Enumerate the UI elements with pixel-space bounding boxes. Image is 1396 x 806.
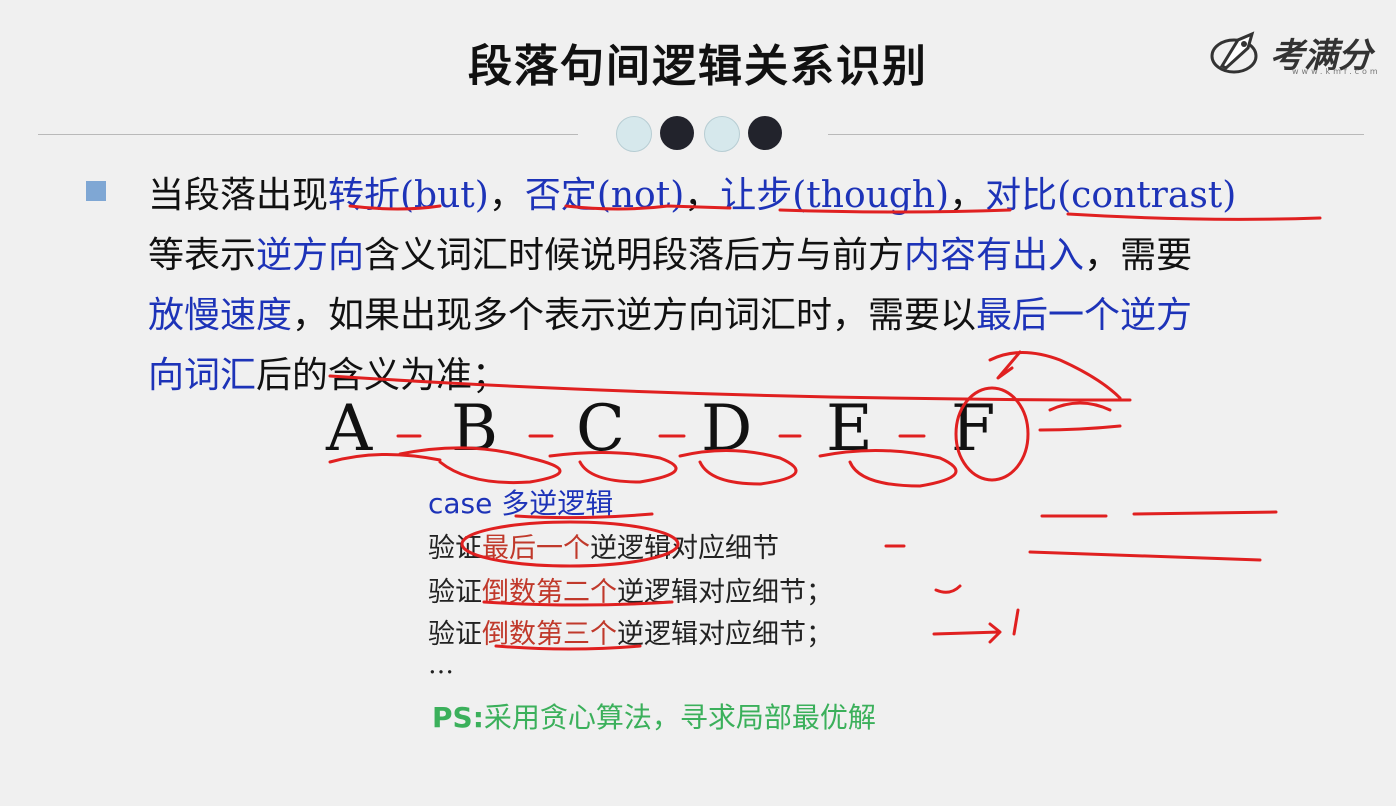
divider-right	[828, 134, 1364, 135]
letter-c: C	[576, 392, 625, 466]
verify-pre: 验证	[428, 577, 482, 608]
verify-pre: 验证	[428, 619, 482, 650]
highlighted-term: 最后一个逆方	[976, 295, 1193, 336]
ink-line	[1040, 510, 1278, 518]
decor-dot	[704, 116, 740, 152]
paragraph-text: ，	[684, 175, 721, 216]
highlighted-term: 转折(but)	[328, 175, 489, 216]
decor-dot	[748, 116, 782, 150]
letter-f: F	[951, 392, 996, 466]
paragraph-line: 当段落出现转折(but)，否定(not)，让步(though)，对比(contr…	[148, 166, 1348, 226]
case-text: 多逆逻辑	[501, 487, 614, 520]
ink-mark	[1012, 608, 1020, 636]
brand-logo: 考满分 www.kmf.com	[1208, 26, 1386, 82]
verify-line: 验证倒数第二个逆逻辑对应细节；	[428, 570, 833, 609]
logo-subtext: www.kmf.com	[1292, 67, 1381, 76]
highlighted-term: 向词汇	[148, 355, 257, 396]
paragraph-text: 后的含义为准；	[256, 355, 509, 396]
main-paragraph: 当段落出现转折(but)，否定(not)，让步(though)，对比(contr…	[148, 166, 1348, 406]
decor-dot	[616, 116, 652, 152]
ellipsis: …	[428, 650, 454, 680]
highlighted-term: 对比(contrast)	[985, 175, 1237, 216]
verify-post: 逆逻辑对应细节	[590, 533, 779, 564]
paragraph-text: 当段落出现	[148, 175, 329, 216]
verify-highlight: 最后一个	[482, 533, 590, 564]
divider-left	[38, 134, 578, 135]
verify-post: 逆逻辑对应细节；	[617, 577, 833, 608]
decor-dot	[660, 116, 694, 150]
verify-line: 验证倒数第三个逆逻辑对应细节；	[428, 612, 833, 651]
highlighted-term: 逆方向	[256, 235, 365, 276]
letter-e: E	[826, 392, 873, 466]
case-label: case 多逆逻辑	[428, 482, 613, 522]
highlighted-term: 放慢速度	[148, 295, 293, 336]
paragraph-line: 等表示逆方向含义词汇时候说明段落后方与前方内容有出入，需要	[148, 226, 1348, 286]
letter-a: A	[326, 392, 373, 466]
paragraph-line: 放慢速度，如果出现多个表示逆方向词汇时，需要以最后一个逆方	[148, 286, 1348, 346]
paragraph-text: 含义词汇时候说明段落后方与前方	[364, 235, 905, 276]
paragraph-text: ，如果出现多个表示逆方向词汇时，需要以	[292, 295, 977, 336]
verify-pre: 验证	[428, 533, 482, 564]
paragraph-text: ，需要	[1084, 235, 1193, 276]
ink-arrow	[932, 622, 1002, 644]
bullet-square	[86, 181, 106, 201]
highlighted-term: 否定(not)	[524, 175, 685, 216]
letter-sequence: A B C DE F	[326, 392, 1076, 466]
verify-highlight: 倒数第三个	[482, 619, 617, 650]
paragraph-text: ，	[488, 175, 525, 216]
case-prefix: case	[428, 487, 502, 520]
slide-title: 段落句间逻辑关系识别	[468, 41, 928, 92]
highlighted-term: 内容有出入	[904, 235, 1085, 276]
slide: 段落句间逻辑关系识别 考满分 www.kmf.com 当段落出现转折(but)，…	[0, 0, 1396, 806]
verify-highlight: 倒数第二个	[482, 577, 617, 608]
paragraph-text: ，	[949, 175, 986, 216]
ps-label: PS:	[432, 701, 484, 734]
letter-d: D	[701, 392, 753, 466]
ps-note: PS:采用贪心算法，寻求局部最优解	[432, 696, 876, 736]
rocket-icon	[1210, 31, 1258, 74]
ps-text: 采用贪心算法，寻求局部最优解	[483, 701, 876, 734]
verify-post: 逆逻辑对应细节；	[617, 619, 833, 650]
ink-mark	[934, 584, 962, 594]
verify-line: 验证最后一个逆逻辑对应细节	[428, 526, 779, 565]
highlighted-term: 让步(though)	[720, 175, 950, 216]
letter-b: B	[451, 392, 499, 466]
paragraph-text: 等表示	[148, 235, 257, 276]
ink-line	[1028, 550, 1262, 562]
